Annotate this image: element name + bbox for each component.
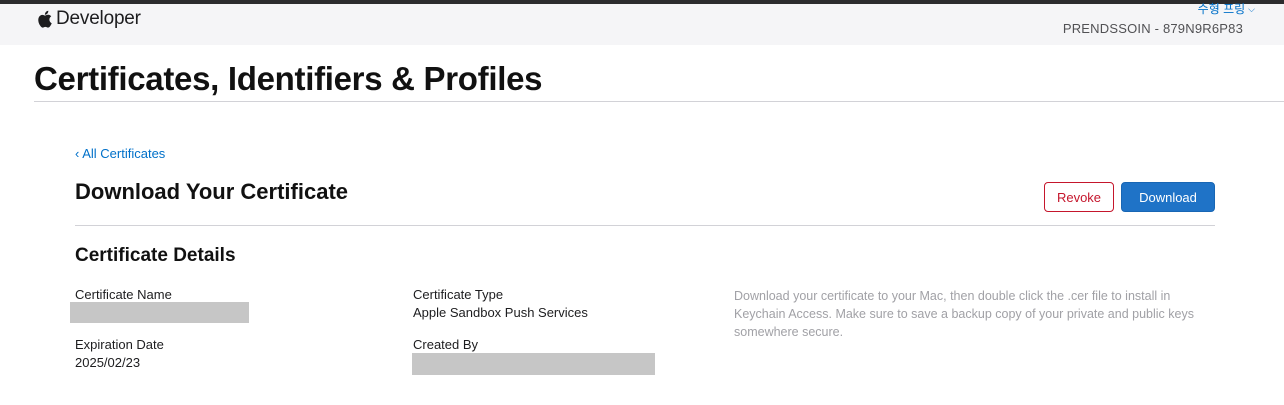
certificate-type-label: Certificate Type [413,287,504,302]
expiration-date-value: 2025/02/23 [75,355,141,370]
page-title: Certificates, Identifiers & Profiles [34,60,543,97]
download-button[interactable]: Download [1121,182,1215,212]
global-header: Developer 수형 프링 ⌵ PRENDSSOIN - 879N9R6P8… [0,2,1284,45]
section-title: Download Your Certificate [75,179,349,204]
download-help-text: Download your certificate to your Mac, t… [734,289,1194,339]
apple-logo-icon [37,10,52,28]
created-by-label: Created By [413,337,479,352]
title-divider [34,101,1284,102]
all-certificates-link[interactable]: ‹ All Certificates [75,146,165,161]
team-id: PRENDSSOIN - 879N9R6P83 [1062,21,1243,36]
expiration-date-label: Expiration Date [75,337,164,352]
account-name: 수형 프링 [1197,2,1246,16]
certificate-details-title: Certificate Details [75,245,236,266]
certificate-name-label: Certificate Name [75,287,172,302]
brand-label: Developer [56,8,141,29]
section-divider [75,225,1215,226]
account-name-wrap: 수형 프링 ⌵ [1198,2,1255,16]
created-by-redacted [412,353,655,375]
chevron-down-icon: ⌵ [1248,4,1255,14]
certificate-name-redacted [70,302,249,323]
revoke-button[interactable]: Revoke [1044,182,1114,212]
account-menu[interactable]: 수형 프링 ⌵ [1198,0,1255,18]
developer-home-link[interactable]: Developer [37,8,141,30]
certificate-type-value: Apple Sandbox Push Services [413,305,588,320]
